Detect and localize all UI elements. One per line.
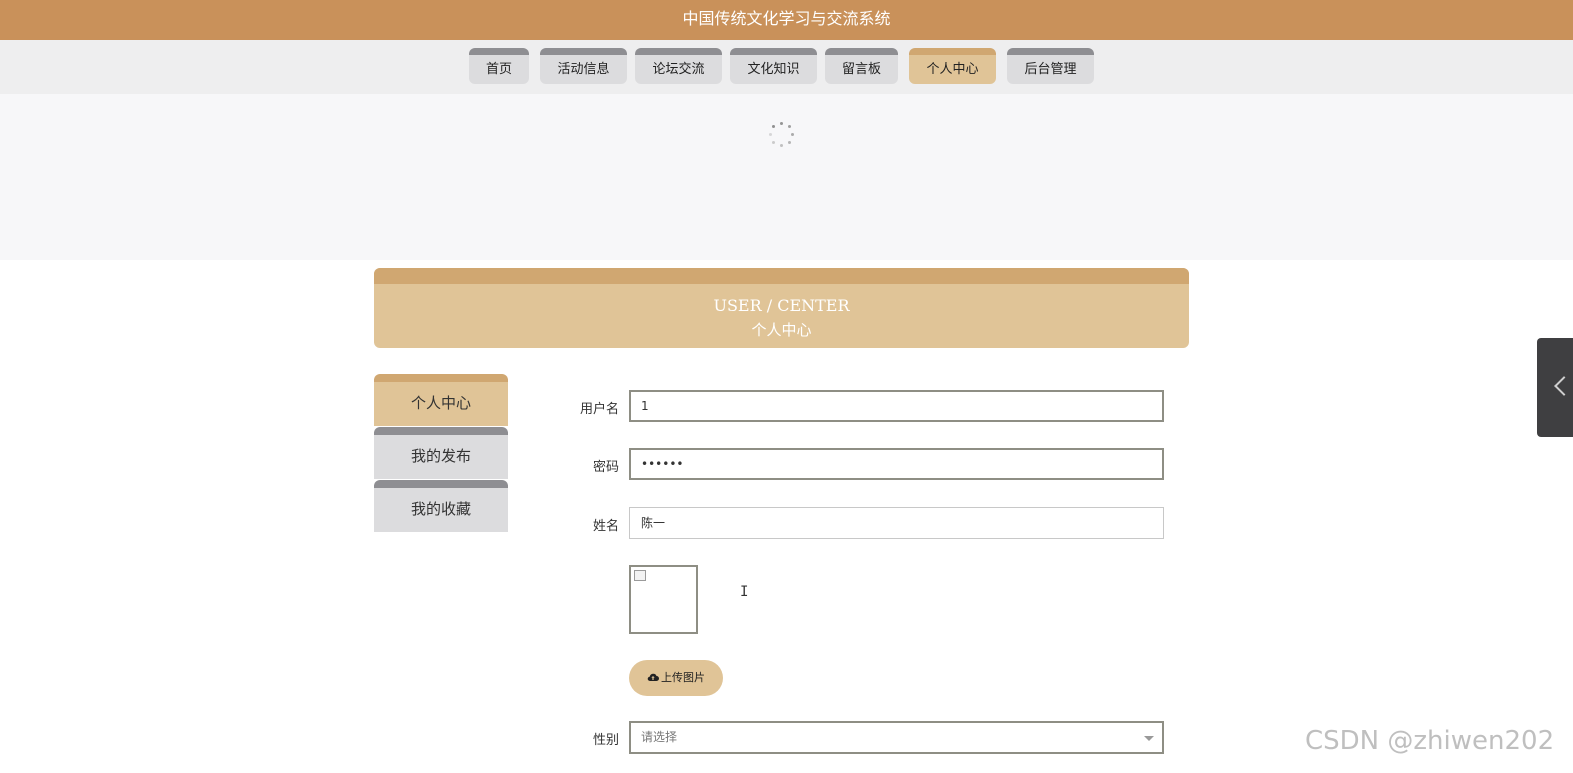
side-panel-toggle[interactable] <box>1537 338 1573 437</box>
banner-area <box>0 94 1573 260</box>
password-field[interactable]: •••••• <box>629 448 1164 480</box>
section-title-cn: 个人中心 <box>751 321 812 339</box>
upload-image-button[interactable]: 上传图片 <box>629 660 723 696</box>
name-label: 姓名 <box>592 519 619 534</box>
nav-tab-forum[interactable]: 论坛交流 <box>635 48 722 84</box>
name-field[interactable]: 陈一 <box>629 507 1164 539</box>
password-label: 密码 <box>592 460 619 475</box>
username-label: 用户名 <box>579 402 619 417</box>
loading-spinner-icon <box>769 122 795 148</box>
nav-tab-user-center[interactable]: 个人中心 <box>909 48 996 84</box>
upload-image-label: 上传图片 <box>661 671 705 684</box>
cloud-upload-icon <box>647 673 659 682</box>
section-header-stripe <box>374 268 1189 284</box>
sidebar-item-my-posts[interactable]: 我的发布 <box>374 427 508 479</box>
nav-tab-knowledge[interactable]: 文化知识 <box>730 48 817 84</box>
gender-select-placeholder: 请选择 <box>641 730 678 744</box>
nav-tab-home[interactable]: 首页 <box>469 48 529 84</box>
chevron-down-icon <box>1144 736 1154 741</box>
section-header: USER / CENTER 个人中心 <box>374 268 1189 348</box>
nav-tab-message-board[interactable]: 留言板 <box>825 48 898 84</box>
main-nav: 首页 活动信息 论坛交流 文化知识 留言板 个人中心 后台管理 <box>0 40 1573 94</box>
nav-tab-admin[interactable]: 后台管理 <box>1007 48 1094 84</box>
watermark: CSDN @zhiwen202 <box>1305 726 1555 756</box>
text-cursor-icon: I <box>740 584 749 600</box>
sidebar-item-my-favorites[interactable]: 我的收藏 <box>374 480 508 532</box>
app-title: 中国传统文化学习与交流系统 <box>682 9 891 28</box>
gender-label: 性别 <box>592 733 619 748</box>
gender-select[interactable]: 请选择 <box>629 721 1164 754</box>
username-field[interactable]: 1 <box>629 390 1164 422</box>
chevron-left-icon <box>1554 376 1573 396</box>
sidebar-item-user-center[interactable]: 个人中心 <box>374 374 508 426</box>
broken-image-icon <box>634 570 646 581</box>
avatar-image-preview <box>629 565 698 634</box>
nav-tab-activities[interactable]: 活动信息 <box>540 48 627 84</box>
app-header: 中国传统文化学习与交流系统 <box>0 0 1573 40</box>
section-title-en: USER / CENTER <box>713 296 850 315</box>
